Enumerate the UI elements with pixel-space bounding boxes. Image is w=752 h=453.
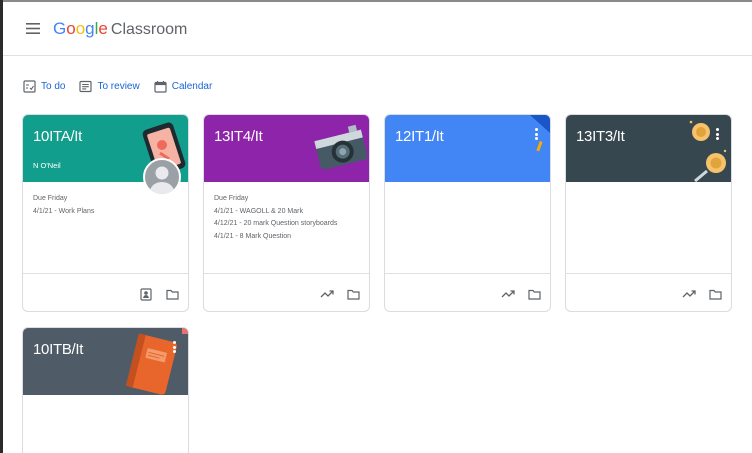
class-card[interactable]: 13IT4/It Due Friday 4/1/21 - WAGOLL & 20… [203,114,370,312]
card-header: 13IT4/It [204,115,369,182]
folder-icon[interactable] [345,286,361,302]
calendar-label: Calendar [171,80,213,92]
to-do-label: To do [41,80,66,92]
product-name: Classroom [110,20,188,38]
card-footer [566,273,731,311]
teacher-avatar [143,158,181,196]
card-header: 13IT3/It [566,115,731,182]
more-options-icon[interactable] [714,128,720,142]
assignment-link[interactable]: 4/1/21 - Work Plans [33,206,94,219]
top-app-bar: Google Classroom [3,2,752,56]
card-header: 10ITB/It [23,328,188,395]
more-options-icon[interactable] [171,341,177,355]
to-review-link[interactable]: To review [79,80,140,93]
notebook-illustration [125,328,188,395]
todo-icon [23,79,36,93]
class-title[interactable]: 13IT3/It [576,128,625,145]
card-footer [385,273,550,311]
calendar-link[interactable]: Calendar [154,80,213,93]
trending-icon[interactable] [319,286,335,302]
due-label: Due Friday [33,195,68,202]
class-title[interactable]: 12IT1/It [395,128,444,145]
folder-icon[interactable] [707,286,723,302]
assignment-link[interactable]: 4/1/21 - 8 Mark Question [214,231,337,244]
due-label: Due Friday [214,195,249,202]
teacher-name: N O'Neil [33,161,61,170]
trending-icon[interactable] [500,286,516,302]
due-work: Due Friday 4/1/21 - WAGOLL & 20 Mark 4/1… [214,193,337,243]
review-icon [79,80,93,92]
class-title[interactable]: 13IT4/It [214,128,263,145]
shapes-illustration [530,115,550,152]
class-card[interactable]: 10ITA/It N O'Neil Due Friday 4/1/21 - Wo… [22,114,189,312]
window-left-border [0,0,3,453]
folder-icon[interactable] [526,286,542,302]
trending-icon[interactable] [681,286,697,302]
card-header: 12IT1/It [385,115,550,182]
class-card[interactable]: 12IT1/It [384,114,551,312]
assignment-link[interactable]: 4/1/21 - WAGOLL & 20 Mark [214,206,337,219]
class-card[interactable]: 13IT3/It [565,114,732,312]
classroom-toolbar: To do To review Calendar [23,76,212,96]
assignment-link[interactable]: 4/12/21 - 20 mark Question storyboards [214,218,337,231]
class-title[interactable]: 10ITA/It [33,128,82,145]
google-classroom-logo[interactable]: Google Classroom [53,19,187,39]
class-card[interactable]: 10ITB/It [22,327,189,453]
card-footer [204,273,369,311]
calendar-icon [154,80,167,93]
lightbulb-illustration [689,120,727,182]
folder-icon[interactable] [164,286,180,302]
to-do-link[interactable]: To do [23,79,66,93]
main-menu-icon[interactable] [21,17,45,41]
card-footer [23,273,188,311]
to-review-label: To review [97,80,140,92]
more-options-icon[interactable] [533,128,539,142]
gradebook-icon[interactable] [138,286,154,302]
class-title[interactable]: 10ITB/It [33,341,83,358]
google-wordmark: Google [53,18,108,38]
camera-illustration [314,124,368,170]
due-work: Due Friday 4/1/21 - Work Plans [33,193,94,218]
